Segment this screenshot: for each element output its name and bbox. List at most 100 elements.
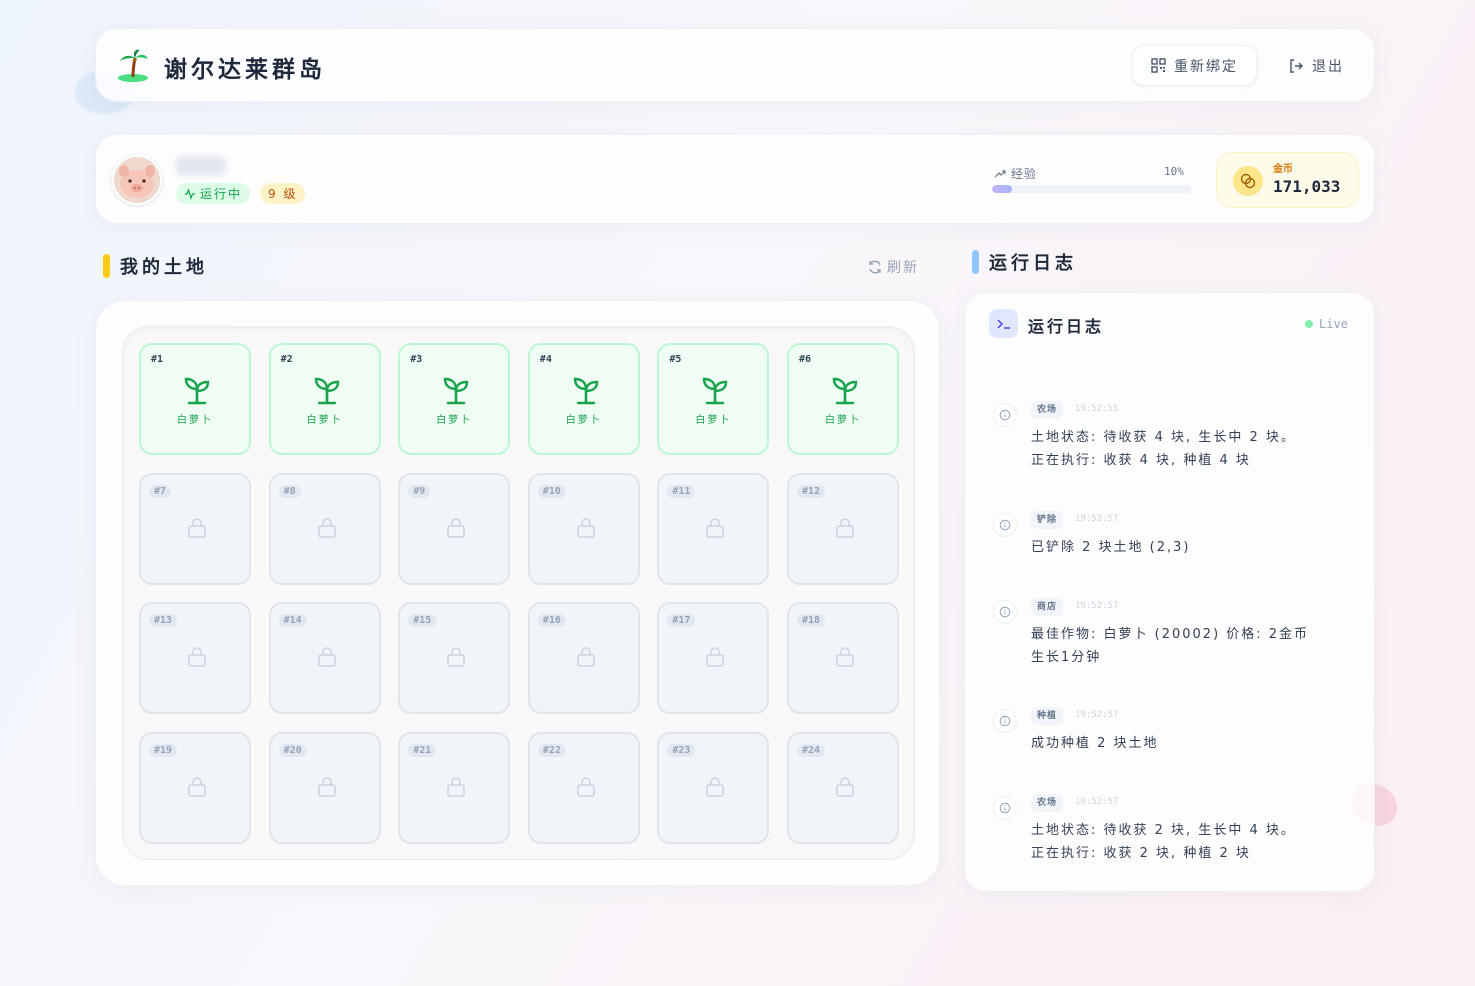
plot-number: #12: [797, 484, 826, 498]
lock-icon: [576, 646, 596, 668]
info-icon: [993, 709, 1017, 733]
plot-crop-name: 白萝卜: [565, 415, 602, 426]
lock-icon: [835, 776, 855, 798]
log-tag: 商店: [1031, 598, 1064, 616]
log-panel-title: 运行日志: [1028, 317, 1105, 336]
land-plot[interactable]: #18: [787, 602, 899, 715]
exp-percent: 10%: [1164, 165, 1184, 178]
rebind-button[interactable]: 重新绑定: [1132, 45, 1257, 86]
land-plot[interactable]: #9: [398, 472, 511, 585]
log-tag: 农场: [1031, 401, 1064, 419]
land-grid: #1 白萝卜 #2 白萝卜 #3 白萝卜 #4 白萝卜 #5 白萝卜 #6 白萝卜 #7 #8 #9 #10 #…: [122, 326, 915, 860]
log-time: 19:52:55: [1075, 404, 1119, 414]
land-plot[interactable]: #10: [527, 472, 640, 585]
live-label: Live: [1319, 317, 1348, 331]
live-dot: [1305, 320, 1313, 328]
land-plot[interactable]: #21: [398, 731, 511, 844]
plot-number: #21: [408, 743, 437, 757]
lock-icon: [446, 776, 466, 798]
username: [176, 156, 226, 176]
land-plot[interactable]: #22: [527, 731, 640, 844]
lock-icon: [317, 646, 337, 668]
log-section-title: 运行日志: [972, 249, 1077, 275]
refresh-icon: [869, 260, 881, 274]
sprout-icon: [701, 375, 729, 405]
land-plot[interactable]: #5 白萝卜: [657, 343, 770, 455]
lock-icon: [835, 646, 855, 668]
land-plot[interactable]: #1 白萝卜: [139, 343, 251, 455]
plot-number: #10: [537, 484, 566, 498]
log-message: 已铲除 2 块土地 (2,3): [1031, 540, 1191, 555]
page-title: 谢尔达莱群岛: [164, 57, 326, 83]
logout-label: 退出: [1312, 58, 1344, 75]
lock-icon: [187, 646, 207, 668]
land-plot[interactable]: #24: [787, 731, 899, 844]
land-plot[interactable]: #8: [268, 472, 381, 585]
land-plot[interactable]: #14: [268, 602, 381, 715]
lock-icon: [705, 517, 725, 539]
land-plot[interactable]: #3 白萝卜: [398, 343, 511, 455]
qr-code-icon: [1151, 58, 1166, 73]
land-plot[interactable]: #11: [657, 472, 770, 585]
log-tag: 农场: [1031, 794, 1064, 812]
lock-icon: [317, 776, 337, 798]
land-plot[interactable]: #19: [139, 731, 251, 844]
exp-progress-fill: [992, 185, 1012, 193]
land-plot[interactable]: #4 白萝卜: [527, 343, 640, 455]
land-plot[interactable]: #7: [139, 472, 251, 585]
log-tag: 种植: [1031, 707, 1064, 725]
plot-crop-name: 白萝卜: [825, 415, 861, 426]
plot-crop-name: 白萝卜: [695, 415, 732, 426]
log-message: 土地状态: 待收获 4 块, 生长中 2 块。 正在执行: 收获 4 块, 种植…: [1031, 430, 1296, 468]
lock-icon: [705, 776, 725, 798]
gold-balance: 金币 171,033: [1216, 152, 1359, 208]
land-plot[interactable]: #6 白萝卜: [787, 343, 899, 455]
land-plot[interactable]: #12: [787, 472, 899, 585]
land-plot[interactable]: #2 白萝卜: [268, 343, 381, 455]
plot-number: #7: [149, 484, 172, 498]
lock-icon: [187, 517, 207, 539]
log-time: 19:52:57: [1075, 710, 1119, 720]
plot-number: #3: [410, 354, 423, 365]
pig-avatar-icon: [114, 157, 160, 203]
lock-icon: [446, 517, 466, 539]
land-title-text: 我的土地: [120, 257, 208, 278]
sprout-icon: [183, 375, 211, 405]
land-plot[interactable]: #15: [398, 602, 511, 715]
lock-icon: [705, 646, 725, 668]
avatar[interactable]: [112, 155, 162, 205]
log-time: 19:52:57: [1075, 601, 1119, 611]
land-plot[interactable]: #20: [268, 731, 381, 844]
lock-icon: [187, 776, 207, 798]
exp-label-text: 经验: [1011, 167, 1038, 181]
rebind-label: 重新绑定: [1174, 58, 1238, 75]
log-tag: 铲除: [1031, 511, 1064, 529]
plot-crop-name: 白萝卜: [306, 415, 343, 426]
info-icon: [993, 600, 1017, 624]
land-plot[interactable]: #13: [139, 602, 251, 715]
plot-crop-name: 白萝卜: [177, 415, 213, 426]
logout-button[interactable]: 退出: [1276, 45, 1356, 86]
info-icon: [993, 796, 1017, 820]
land-plot[interactable]: #23: [657, 731, 770, 844]
palm-tree-icon: [118, 49, 148, 82]
plot-number: #2: [280, 354, 293, 365]
refresh-label: 刷新: [887, 260, 919, 276]
refresh-button[interactable]: 刷新: [867, 257, 919, 277]
sprout-icon: [313, 375, 341, 405]
log-panel: 运行日志 Live 农场 19:52:55 土地状态: 待收获 4 块, 生长中 2…: [964, 292, 1375, 892]
plot-number: #9: [408, 484, 431, 498]
coins-icon: [1233, 166, 1263, 196]
exp-label: 经验: [994, 165, 1037, 182]
plot-number: #15: [408, 614, 437, 628]
live-indicator: Live: [1305, 317, 1348, 331]
exp-progress-bar: [992, 185, 1192, 193]
plot-number: #16: [537, 614, 566, 628]
info-icon: [993, 403, 1017, 427]
plot-number: #24: [797, 743, 826, 757]
land-plot[interactable]: #17: [657, 602, 770, 715]
trending-up-icon: [994, 169, 1006, 177]
land-plot[interactable]: #16: [527, 602, 640, 715]
lock-icon: [576, 776, 596, 798]
status-label: 运行中: [200, 187, 243, 201]
